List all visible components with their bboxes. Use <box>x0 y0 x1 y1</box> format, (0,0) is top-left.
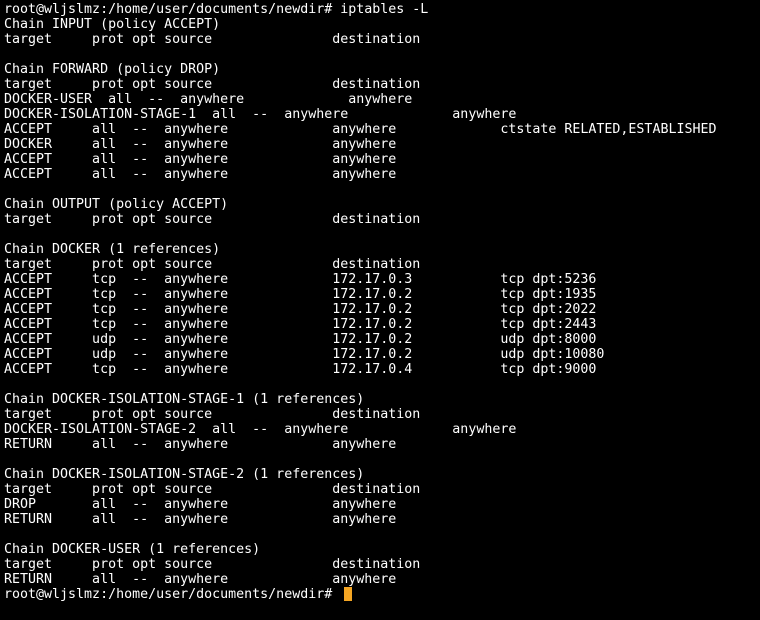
output-line: Chain FORWARD (policy DROP) <box>4 62 221 77</box>
output-line: ACCEPT all -- anywhere anywhere <box>4 152 397 167</box>
output-line: ACCEPT all -- anywhere anywhere <box>4 167 397 182</box>
output-line: RETURN all -- anywhere anywhere <box>4 512 397 527</box>
output-line: target prot opt source destination <box>4 257 421 272</box>
output-line: ACCEPT tcp -- anywhere 172.17.0.3 tcp dp… <box>4 272 597 287</box>
output-line: ACCEPT udp -- anywhere 172.17.0.2 udp dp… <box>4 347 605 362</box>
terminal-output: root@wljslmz:/home/user/documents/newdir… <box>4 2 756 587</box>
output-line: ACCEPT tcp -- anywhere 172.17.0.2 tcp dp… <box>4 287 597 302</box>
output-line: target prot opt source destination <box>4 557 421 572</box>
cursor-block <box>344 587 353 601</box>
output-line: target prot opt source destination <box>4 407 421 422</box>
output-line: RETURN all -- anywhere anywhere <box>4 572 397 587</box>
output-line: DOCKER all -- anywhere anywhere <box>4 137 397 152</box>
output-line: Chain DOCKER-ISOLATION-STAGE-2 (1 refere… <box>4 467 365 482</box>
output-line: target prot opt source destination <box>4 32 421 47</box>
output-line: ACCEPT udp -- anywhere 172.17.0.2 udp dp… <box>4 332 597 347</box>
output-line: root@wljslmz:/home/user/documents/newdir… <box>4 2 429 17</box>
output-line: target prot opt source destination <box>4 212 421 227</box>
output-line: DOCKER-ISOLATION-STAGE-1 all -- anywhere… <box>4 107 517 122</box>
output-line: target prot opt source destination <box>4 77 421 92</box>
output-line: DOCKER-ISOLATION-STAGE-2 all -- anywhere… <box>4 422 517 437</box>
output-line: Chain DOCKER (1 references) <box>4 242 221 257</box>
output-line: ACCEPT tcp -- anywhere 172.17.0.4 tcp dp… <box>4 362 597 377</box>
output-line: RETURN all -- anywhere anywhere <box>4 437 397 452</box>
shell-prompt: root@wljslmz:/home/user/documents/newdir… <box>4 587 341 602</box>
output-line: DOCKER-USER all -- anywhere anywhere <box>4 92 413 107</box>
output-line: target prot opt source destination <box>4 482 421 497</box>
output-line: ACCEPT tcp -- anywhere 172.17.0.2 tcp dp… <box>4 317 597 332</box>
output-line: DROP all -- anywhere anywhere <box>4 497 397 512</box>
output-line: Chain INPUT (policy ACCEPT) <box>4 17 221 32</box>
terminal-window[interactable]: root@wljslmz:/home/user/documents/newdir… <box>0 0 760 620</box>
output-line: ACCEPT tcp -- anywhere 172.17.0.2 tcp dp… <box>4 302 597 317</box>
prompt-line[interactable]: root@wljslmz:/home/user/documents/newdir… <box>4 587 756 602</box>
output-line: ACCEPT all -- anywhere anywhere ctstate … <box>4 122 717 137</box>
output-line: Chain OUTPUT (policy ACCEPT) <box>4 197 229 212</box>
output-line: Chain DOCKER-USER (1 references) <box>4 542 261 557</box>
output-line: Chain DOCKER-ISOLATION-STAGE-1 (1 refere… <box>4 392 365 407</box>
